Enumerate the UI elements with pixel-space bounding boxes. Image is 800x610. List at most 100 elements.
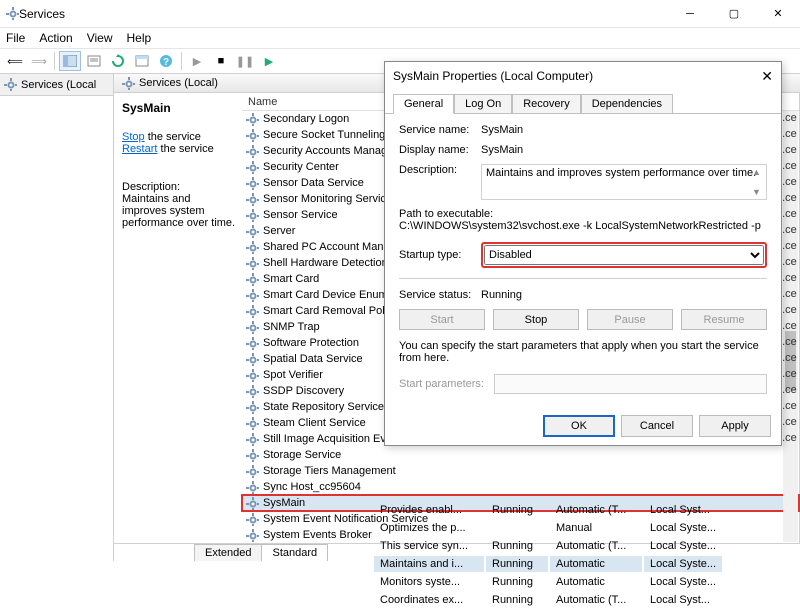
service-icon [246, 481, 259, 494]
ok-button[interactable]: OK [543, 415, 615, 437]
grid-tail-row[interactable]: Coordinates ex...RunningAutomatic (T...L… [374, 592, 722, 608]
grid-tail-row[interactable]: This service syn...RunningAutomatic (T..… [374, 538, 722, 554]
stop-link[interactable]: Stop [122, 131, 145, 143]
tree-pane: Services (Local [0, 74, 114, 561]
service-icon [246, 369, 259, 382]
service-name-cell: Security Center [263, 161, 339, 173]
service-name-cell: Smart Card [263, 273, 319, 285]
service-icon [246, 401, 259, 414]
service-name-cell: SysMain [263, 497, 305, 509]
service-name-value: SysMain [481, 124, 523, 136]
service-icon [246, 161, 259, 174]
dialog-tabs: General Log On Recovery Dependencies [385, 90, 781, 114]
dialog-start-button[interactable]: Start [399, 309, 485, 330]
service-row[interactable]: Sync Host_cc95604 [242, 479, 799, 495]
service-name-cell: System Events Broker [263, 529, 372, 541]
tab-recovery[interactable]: Recovery [512, 94, 580, 114]
service-name-cell: Sync Host_cc95604 [263, 481, 361, 493]
tab-extended[interactable]: Extended [194, 544, 262, 561]
properties-button[interactable] [131, 51, 153, 71]
detail-desc-text: Maintains and improves system performanc… [122, 193, 236, 229]
service-icon [246, 193, 259, 206]
service-name-cell: Secure Socket Tunneling [263, 129, 385, 141]
service-grid-tail: Provides enabl...RunningAutomatic (T...L… [372, 500, 724, 610]
services-list-icon [122, 77, 135, 90]
startup-type-select[interactable]: Disabled [484, 245, 764, 265]
service-name-cell: Server [263, 225, 295, 237]
tab-dependencies[interactable]: Dependencies [581, 94, 673, 114]
description-label: Description: [399, 164, 481, 200]
titlebar: Services ─ ▢ ✕ [0, 0, 800, 28]
dialog-close-button[interactable]: ✕ [761, 68, 773, 85]
tab-logon[interactable]: Log On [454, 94, 512, 114]
cancel-button[interactable]: Cancel [621, 415, 693, 437]
menu-action[interactable]: Action [39, 31, 72, 45]
restart-link[interactable]: Restart [122, 143, 157, 155]
service-icon [246, 433, 259, 446]
service-icon [246, 449, 259, 462]
grid-tail-row[interactable]: Optimizes the p...ManualLocal Syste... [374, 520, 722, 536]
start-params-note: You can specify the start parameters tha… [399, 340, 767, 364]
refresh-button[interactable] [107, 51, 129, 71]
tree-root-label: Services (Local [21, 79, 96, 91]
service-icon [246, 529, 259, 542]
menu-file[interactable]: File [6, 31, 25, 45]
service-name-cell: State Repository Service [263, 401, 384, 413]
dialog-resume-button[interactable]: Resume [681, 309, 767, 330]
service-icon [246, 353, 259, 366]
forward-button[interactable]: ⟹ [28, 51, 50, 71]
services-tree-icon [4, 78, 17, 91]
maximize-button[interactable]: ▢ [712, 0, 756, 28]
apply-button[interactable]: Apply [699, 415, 771, 437]
restart-service-button[interactable]: ▶ [258, 51, 280, 71]
stop-service-button[interactable]: ■ [210, 51, 232, 71]
desc-scroll-up-icon[interactable]: ▲ [752, 167, 764, 177]
service-icon [246, 257, 259, 270]
display-name-label: Display name: [399, 144, 481, 156]
service-status-value: Running [481, 289, 522, 301]
tab-standard[interactable]: Standard [261, 544, 328, 561]
grid-tail-row[interactable]: Monitors syste...RunningAutomaticLocal S… [374, 574, 722, 590]
back-button[interactable]: ⟸ [4, 51, 26, 71]
service-icon [246, 177, 259, 190]
help-button[interactable]: ? [155, 51, 177, 71]
service-icon [246, 337, 259, 350]
dialog-stop-button[interactable]: Stop [493, 309, 579, 330]
service-name-cell: Sensor Monitoring Servic [263, 193, 386, 205]
service-name-cell: Security Accounts Manag [263, 145, 387, 157]
description-box: Maintains and improves system performanc… [481, 164, 767, 200]
service-row[interactable]: Storage Service [242, 447, 799, 463]
window-title: Services [19, 7, 65, 21]
service-name-cell: Storage Tiers Management [263, 465, 396, 477]
service-name-cell: Spot Verifier [263, 369, 323, 381]
tab-general[interactable]: General [393, 94, 454, 114]
desc-scroll-down-icon[interactable]: ▼ [752, 187, 764, 197]
service-name-cell: Still Image Acquisition Ev [263, 433, 386, 445]
pause-service-button[interactable]: ❚❚ [234, 51, 256, 71]
service-icon [246, 385, 259, 398]
detail-desc-label: Description: [122, 181, 236, 193]
start-params-input[interactable] [494, 374, 767, 394]
service-icon [246, 225, 259, 238]
service-row[interactable]: Storage Tiers Management [242, 463, 799, 479]
list-title: Services (Local) [139, 77, 218, 89]
close-button[interactable]: ✕ [756, 0, 800, 28]
minimize-button[interactable]: ─ [668, 0, 712, 28]
show-hide-tree-button[interactable] [59, 51, 81, 71]
service-name-cell: SNMP Trap [263, 321, 320, 333]
service-name-cell: Sensor Service [263, 209, 338, 221]
dialog-pause-button[interactable]: Pause [587, 309, 673, 330]
service-icon [246, 129, 259, 142]
startup-type-highlight: Disabled [481, 242, 767, 268]
tree-root-item[interactable]: Services (Local [0, 74, 113, 96]
start-service-button[interactable]: ▶ [186, 51, 208, 71]
service-name-cell: Smart Card Device Enum [263, 289, 388, 301]
menu-help[interactable]: Help [127, 31, 152, 45]
menu-view[interactable]: View [87, 31, 113, 45]
grid-tail-row[interactable]: Maintains and i...RunningAutomaticLocal … [374, 556, 722, 572]
service-name-cell: Shell Hardware Detection [263, 257, 388, 269]
dialog-titlebar[interactable]: SysMain Properties (Local Computer) ✕ [385, 62, 781, 90]
export-list-button[interactable] [83, 51, 105, 71]
service-icon [246, 241, 259, 254]
grid-tail-row[interactable]: Provides enabl...RunningAutomatic (T...L… [374, 502, 722, 518]
